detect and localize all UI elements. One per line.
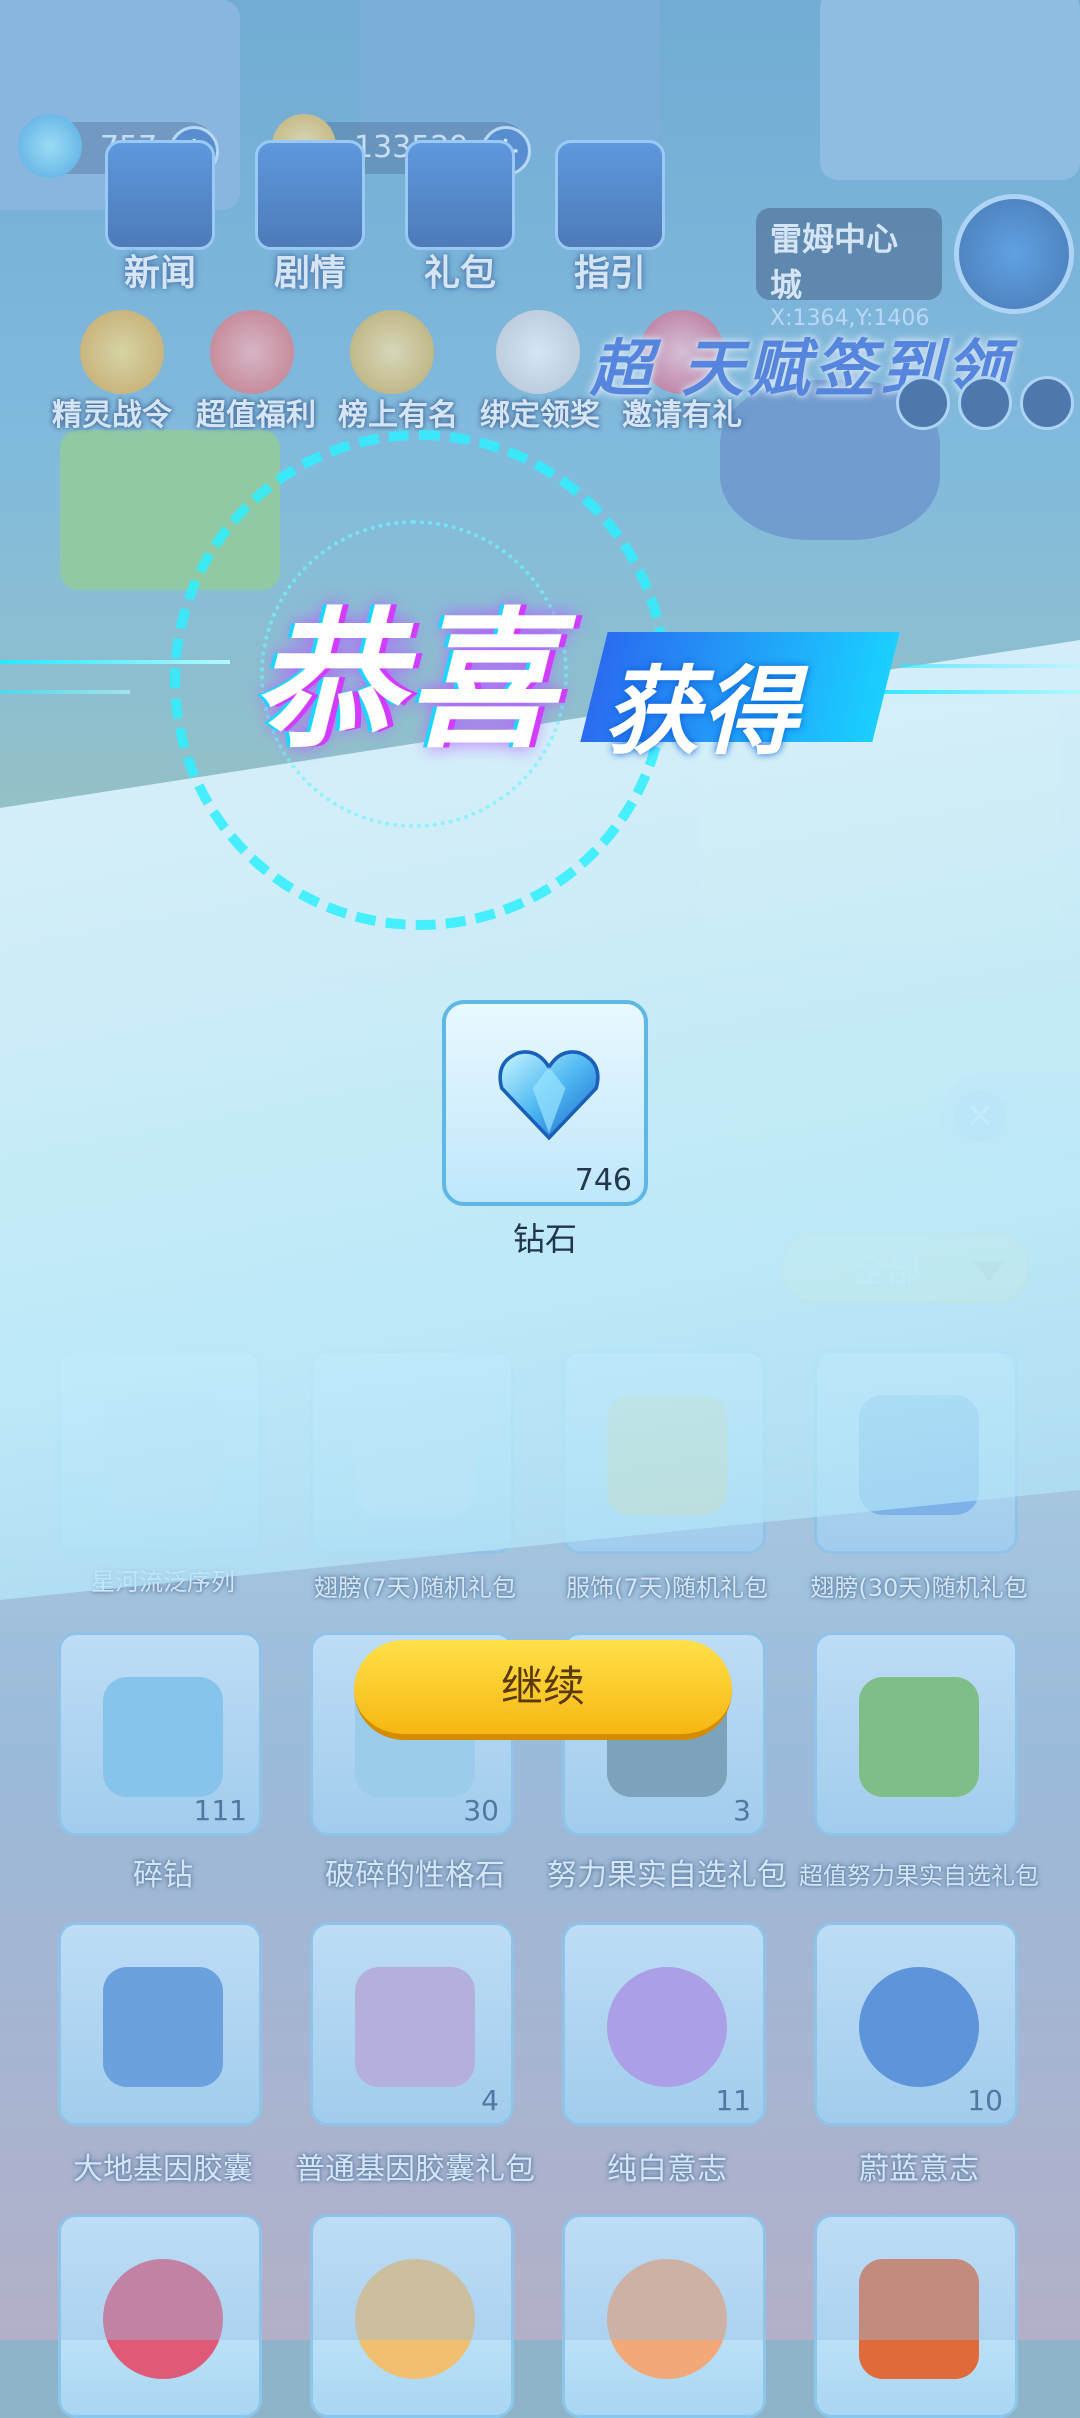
reward-item-card[interactable]: 746	[442, 1000, 648, 1206]
glow-line-right	[900, 664, 1080, 668]
congrats-title: 恭喜 获得	[240, 560, 900, 769]
glow-line-left	[0, 660, 230, 664]
diamond-heart-icon	[498, 1050, 600, 1141]
glow-line-right	[860, 690, 1080, 694]
continue-button[interactable]: 继续	[354, 1640, 732, 1740]
reward-name: 钻石	[512, 1220, 577, 1258]
title-main: 恭喜	[252, 595, 561, 769]
glow-line-left	[0, 690, 130, 694]
reward-count: 746	[574, 1163, 632, 1198]
title-sub: 获得	[604, 656, 800, 768]
